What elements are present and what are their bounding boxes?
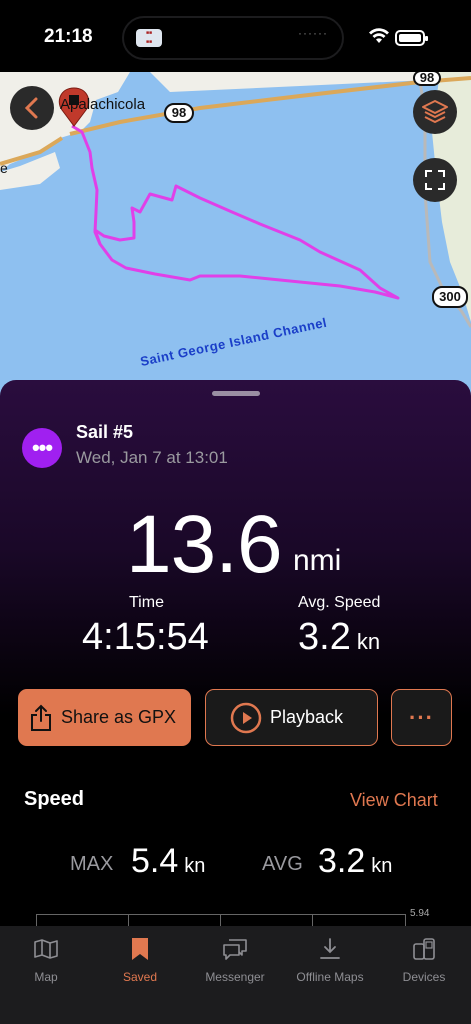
time-label: Time: [129, 594, 164, 611]
distance-unit: nmi: [293, 544, 342, 577]
avg-speed-label: Avg. Speed: [298, 594, 381, 611]
share-gpx-label: Share as GPX: [61, 707, 177, 727]
live-activity-app-icon: ■■ ■■: [136, 29, 162, 47]
playback-label: Playback: [270, 707, 344, 727]
tab-offline-maps[interactable]: Offline Maps: [285, 934, 375, 984]
fullscreen-button[interactable]: [413, 158, 457, 202]
tab-devices[interactable]: Devices: [379, 934, 469, 984]
tab-saved-label: Saved: [122, 970, 158, 984]
back-button[interactable]: [10, 86, 54, 130]
chevron-left-icon: [24, 97, 38, 119]
tab-map-label: Map: [34, 970, 58, 984]
max-speed-unit: kn: [184, 855, 206, 877]
map-view[interactable]: Apalachicola e 98 98 300 Saint George Is…: [0, 72, 471, 402]
highway-98-shield-top: 98: [413, 72, 441, 86]
distance-value: 13.6: [126, 499, 283, 590]
dynamic-island-dots: ······: [298, 26, 328, 40]
town-label-partial: e: [0, 160, 8, 176]
map-canvas: [0, 72, 471, 328]
chart-top-tick: 5.94: [410, 908, 430, 919]
dynamic-island: ■■ ■■ ······: [122, 16, 344, 60]
fullscreen-icon: [425, 170, 445, 190]
max-speed-number: 5.4: [131, 842, 179, 880]
tab-saved[interactable]: Saved: [95, 934, 185, 984]
activity-sheet: ••• Sail #5 Wed, Jan 7 at 13:01 13.6 nmi…: [0, 380, 471, 945]
max-speed-label: MAX: [70, 853, 114, 875]
ellipsis-icon: •••: [22, 428, 62, 468]
avg-number: 3.2: [318, 842, 366, 880]
avg-label: AVG: [262, 853, 303, 875]
download-icon: [320, 938, 340, 959]
town-label: Apalachicola: [60, 96, 146, 113]
max-speed-value: 5.4 kn: [131, 842, 205, 881]
tab-map[interactable]: Map: [1, 934, 91, 984]
wifi-icon: [369, 28, 389, 43]
bookmark-icon: [132, 938, 148, 960]
tab-offline-maps-label: Offline Maps: [296, 970, 364, 984]
activity-title: Sail #5: [76, 422, 134, 442]
tab-devices-label: Devices: [402, 970, 446, 984]
tab-messenger[interactable]: Messenger: [190, 934, 280, 984]
map-icon: [34, 939, 58, 959]
share-icon: [31, 704, 51, 731]
tab-bar: Map Saved Messenger Offline Maps Devices: [0, 926, 471, 1024]
view-chart-link[interactable]: View Chart: [350, 790, 438, 811]
activity-date: Wed, Jan 7 at 13:01: [76, 448, 228, 467]
avg-speed-value: 3.2 kn: [298, 616, 380, 659]
devices-icon: [413, 938, 435, 960]
layers-icon: [422, 100, 448, 123]
playback-button[interactable]: Playback: [205, 689, 378, 746]
avg-value: 3.2 kn: [318, 842, 392, 881]
more-options-button[interactable]: ···: [391, 689, 452, 746]
time-value: 4:15:54: [82, 616, 209, 658]
chat-bubbles-icon: [223, 939, 247, 960]
highway-300-shield: 300: [432, 286, 468, 308]
sheet-grabber[interactable]: [212, 391, 260, 396]
status-time: 21:18: [44, 26, 93, 47]
status-bar: 21:18 ■■ ■■ ······: [0, 0, 471, 72]
avg-speed-number: 3.2: [298, 616, 351, 658]
map-layers-button[interactable]: [413, 90, 457, 134]
tab-messenger-label: Messenger: [205, 970, 265, 984]
highway-98-shield: 98: [164, 103, 194, 123]
avg-unit: kn: [371, 855, 393, 877]
speed-section-title: Speed: [24, 788, 85, 810]
battery-icon: [395, 30, 428, 46]
share-gpx-button[interactable]: Share as GPX: [18, 689, 191, 746]
avg-speed-unit: kn: [356, 629, 381, 654]
play-circle-icon: [230, 702, 262, 733]
